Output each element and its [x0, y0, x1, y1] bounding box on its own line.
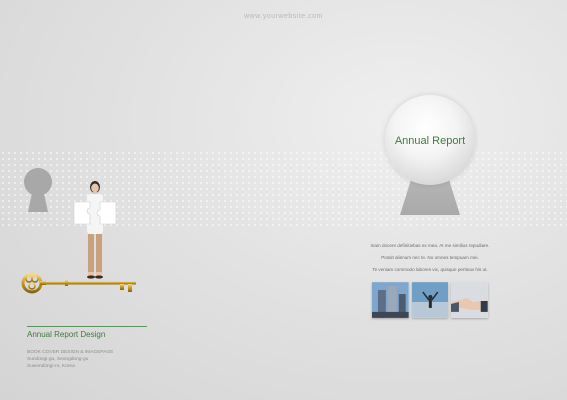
- footer-line: Sundongi-gu, Seongdong-gu: [27, 357, 89, 362]
- footer-divider: [27, 326, 147, 327]
- footer-subtitle-block: BOOK COVER DESIGN & IMAGEPAGE Sundongi-g…: [27, 349, 113, 370]
- man-arms-up-photo: [411, 282, 449, 318]
- thumbnail-strip: [372, 282, 489, 318]
- city-buildings-photo: [372, 282, 409, 318]
- intro-text-block: Inam docere definitiebas ex mea. At me s…: [360, 240, 500, 276]
- footer-title: Annual Report Design: [27, 330, 106, 339]
- cover-title: Annual Report: [394, 135, 466, 147]
- website-url: www.yourwebsite.com: [244, 13, 323, 20]
- annual-report-cover-spread: www.yourwebsite.com Annual Report Inam d…: [0, 0, 567, 400]
- intro-line: Possit alienum nec te. No omnes tempuam …: [381, 255, 479, 260]
- footer-line: Suwondongi-ro, Korea: [27, 364, 75, 369]
- golden-key-icon: [21, 272, 136, 294]
- intro-line: Inam docere definitiebas ex mea. At me s…: [370, 243, 490, 248]
- intro-line: Te veniam commodo labores vix, quisque p…: [372, 267, 488, 272]
- footer-subtitle: BOOK COVER DESIGN & IMAGEPAGE: [27, 350, 114, 355]
- handshake-photo: [451, 282, 489, 318]
- small-keyhole-icon: [22, 168, 54, 214]
- keyhole-emblem: Annual Report: [385, 95, 475, 220]
